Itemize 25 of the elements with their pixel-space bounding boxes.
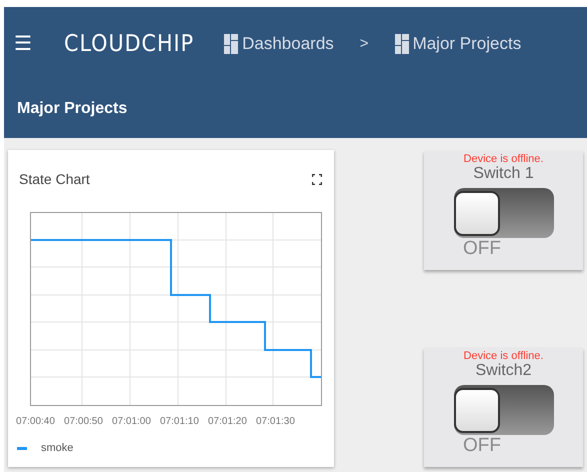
axis-tick-label: 07:01:30	[256, 415, 296, 429]
axis-tick-label: 07:01:20	[208, 415, 248, 429]
legend-label: smoke	[41, 441, 74, 456]
chart-title: State Chart	[19, 170, 90, 189]
page-title: Major Projects	[16, 99, 128, 119]
axis-tick-label: 07:01:00	[112, 415, 152, 429]
axis-tick-label: 07:01:10	[160, 415, 200, 429]
dashboard-icon	[224, 34, 238, 54]
breadcrumb-separator: >	[360, 34, 369, 54]
axis-tick-label: 07:00:40	[16, 415, 56, 429]
breadcrumb-link[interactable]: Major Projects	[412, 31, 522, 57]
dashboard-icon	[394, 34, 409, 54]
toggle-switch[interactable]	[454, 188, 554, 238]
switch-state-label: OFF	[463, 238, 501, 260]
axis-tick-label: 07:00:50	[64, 415, 104, 429]
switch-state-label: OFF	[463, 435, 501, 457]
menu-icon[interactable]: ☰	[14, 34, 30, 54]
breadcrumb-link[interactable]: Dashboards	[242, 31, 334, 57]
fullscreen-icon[interactable]	[312, 174, 322, 185]
offline-status: Device is offline.	[464, 350, 544, 362]
offline-status: Device is offline.	[464, 153, 544, 165]
switch-title: Switch 1	[473, 165, 534, 182]
logo: CLOUDCHIP	[64, 30, 194, 59]
switch-title: Switch2	[475, 362, 532, 379]
toggle-switch[interactable]	[454, 385, 554, 435]
